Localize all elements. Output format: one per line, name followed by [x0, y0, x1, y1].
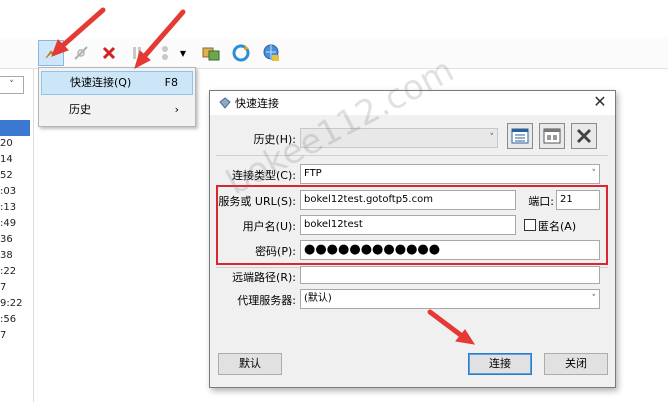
username-label: 用户名(U): [242, 220, 296, 233]
plug-icon [74, 46, 88, 60]
password-label: 密码(P): [255, 245, 296, 258]
refresh-toolbar-button[interactable] [228, 40, 254, 66]
quick-connect-toolbar-button[interactable] [38, 40, 64, 66]
list-item[interactable]: 52 [0, 170, 30, 181]
password-value: ●●●●●●●●●●●● [304, 242, 441, 257]
disconnect-toolbar-button[interactable] [96, 40, 122, 66]
remote-path-input[interactable] [300, 266, 600, 284]
quick-connect-dialog: 快速连接 ✕ 历史(H): ˅ 连接类型(C): FTP ˅ 服务或 URL(S… [209, 90, 616, 388]
pause-icon [133, 47, 141, 59]
server-url-value: bokel12test.gotoftp5.com [304, 194, 433, 205]
caret-down-icon: ▼ [179, 48, 187, 58]
refresh-icon [232, 44, 250, 62]
history-delete-button[interactable] [571, 123, 597, 149]
menu-item-shortcut: F8 [164, 76, 178, 89]
server-url-input[interactable]: bokel12test.gotoftp5.com [300, 190, 516, 210]
chevron-down-icon: ˅ [489, 133, 495, 143]
sync-toolbar-button[interactable] [198, 40, 224, 66]
connect-button[interactable]: 连接 [468, 353, 532, 375]
list-item[interactable]: 36 [0, 234, 30, 245]
close-button[interactable]: 关闭 [544, 353, 608, 375]
proxy-label: 代理服务器: [237, 294, 296, 307]
list-item[interactable]: 20 [0, 138, 30, 149]
chevron-down-icon: ˅ [591, 294, 597, 304]
left-path-dropdown[interactable]: ˅ [0, 76, 24, 94]
default-button[interactable]: 默认 [218, 353, 282, 375]
port-input[interactable]: 21 [556, 190, 600, 210]
anonymous-checkbox[interactable] [524, 219, 536, 231]
list-item[interactable]: 7 [0, 330, 30, 341]
lightning-icon [45, 46, 58, 59]
dialog-title: 快速连接 [235, 97, 279, 110]
list-item[interactable]: :22 [0, 266, 30, 277]
list-window-icon [511, 128, 529, 144]
close-red-icon [102, 46, 116, 60]
list-item[interactable]: 7 [0, 282, 30, 293]
connection-type-select[interactable]: FTP ˅ [300, 164, 600, 184]
menu-item-quick-connect[interactable]: 快速连接(Q) F8 [41, 71, 193, 95]
pane-divider [33, 68, 34, 402]
chevron-down-icon: ˅ [9, 80, 14, 90]
list-item[interactable]: 9:22 [0, 298, 30, 309]
remote-path-label: 远端路径(R): [232, 271, 296, 284]
port-value: 21 [560, 194, 573, 205]
close-icon[interactable]: ✕ [591, 93, 609, 111]
list-item[interactable]: :03 [0, 186, 30, 197]
list-item[interactable]: :56 [0, 314, 30, 325]
menu-item-label: 快速连接(Q) [70, 76, 132, 89]
transfer-dropdown-button[interactable]: ▼ [176, 40, 190, 66]
server-url-label: 服务或 URL(S): [218, 195, 296, 208]
transfer-icon [162, 46, 168, 60]
pause-toolbar-button[interactable] [124, 40, 150, 66]
anonymous-label: 匿名(A) [538, 220, 577, 233]
username-input[interactable]: bokel12test [300, 215, 516, 235]
transfer-toolbar-button[interactable] [152, 40, 178, 66]
globe-icon [263, 44, 279, 61]
delete-x-icon [576, 128, 592, 144]
globe-toolbar-button[interactable] [258, 40, 284, 66]
connect-toolbar-button[interactable] [68, 40, 94, 66]
port-label: 端口: [528, 195, 554, 208]
selected-row[interactable] [0, 120, 30, 136]
proxy-select[interactable]: (默认) ˅ [300, 289, 600, 309]
list-item[interactable]: 14 [0, 154, 30, 165]
connection-type-value: FTP [304, 168, 322, 179]
username-value: bokel12test [304, 219, 363, 230]
password-input[interactable]: ●●●●●●●●●●●● [300, 240, 600, 260]
menu-item-label: 历史 [69, 103, 91, 116]
proxy-value: (默认) [304, 293, 332, 304]
menu-item-history[interactable]: 历史 › [41, 98, 193, 122]
quick-connect-menu: 快速连接(Q) F8 历史 › [38, 67, 196, 127]
history-manage-button[interactable] [539, 123, 565, 149]
grid-window-icon [543, 128, 561, 144]
folders-icon [202, 47, 220, 61]
main-toolbar: ▼ [0, 38, 668, 69]
dialog-app-icon [219, 97, 231, 109]
file-list-column: 20 14 52 :03 :13 :49 36 38 :22 7 9:22 :5… [0, 116, 30, 402]
chevron-down-icon: ˅ [591, 169, 597, 179]
chevron-right-icon: › [174, 103, 179, 116]
list-item[interactable]: 38 [0, 250, 30, 261]
history-edit-button[interactable] [507, 123, 533, 149]
list-item[interactable]: :13 [0, 202, 30, 213]
list-item[interactable]: :49 [0, 218, 30, 229]
